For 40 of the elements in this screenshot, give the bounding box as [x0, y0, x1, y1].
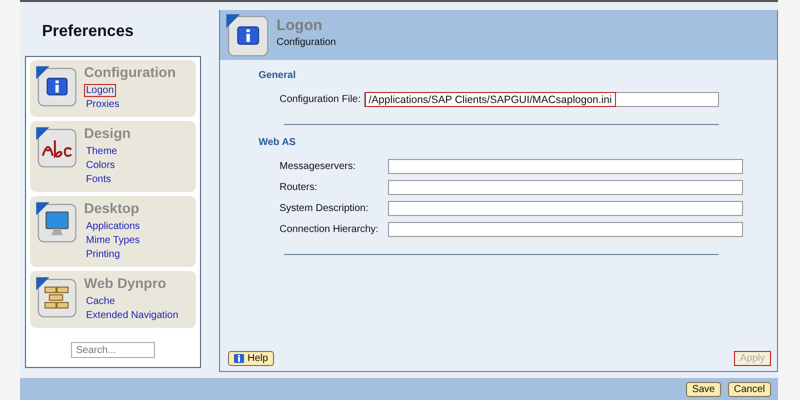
category-link[interactable]: Logon — [84, 84, 116, 97]
field-label: Routers: — [279, 182, 318, 193]
input-field[interactable] — [388, 222, 744, 237]
field-label: Messageservers: — [279, 161, 357, 172]
category-link[interactable]: Applications — [84, 220, 142, 233]
section-title: Web AS — [258, 137, 297, 148]
category-title: Desktop — [84, 200, 140, 216]
field-label: Configuration File: — [279, 94, 361, 105]
category-link[interactable]: Colors — [84, 159, 117, 172]
category-title: Configuration — [84, 64, 176, 80]
info-icon — [234, 354, 244, 363]
input-field[interactable] — [388, 159, 744, 174]
abc-icon — [34, 125, 78, 169]
category-link[interactable]: Theme — [84, 145, 120, 158]
field-label: System Description: — [279, 203, 370, 214]
footer-button[interactable]: Cancel — [728, 382, 771, 396]
category-title: Web Dynpro — [84, 275, 166, 291]
section-title: General — [258, 70, 297, 81]
monitor-icon — [34, 200, 78, 244]
preferences-title: Preferences — [41, 22, 135, 42]
panel-subtitle: Configuration — [276, 37, 336, 48]
category-link[interactable]: Cache — [84, 295, 117, 308]
bricks-icon — [34, 275, 78, 319]
field-label: Connection Hierarchy: — [279, 224, 380, 235]
category-link[interactable]: Mime Types — [84, 234, 142, 247]
panel-title: Logon — [276, 17, 324, 34]
input-field[interactable]: /Applications/SAP Clients/SAPGUI/MACsaplogon.ini — [364, 92, 719, 107]
info-icon — [224, 12, 270, 58]
help-button[interactable]: Help — [228, 351, 274, 366]
category-link[interactable]: Printing — [84, 248, 122, 261]
field-value: /Applications/SAP Clients/SAPGUI/MACsaplogon.ini — [364, 92, 616, 107]
input-field[interactable] — [388, 180, 744, 195]
category-link[interactable]: Proxies — [84, 98, 122, 111]
search-field[interactable]: Search... — [71, 342, 155, 358]
category-title: Design — [84, 125, 131, 141]
footer-button[interactable]: Save — [686, 382, 721, 396]
category-link[interactable]: Extended Navigation — [84, 309, 180, 322]
info-icon — [34, 64, 78, 108]
input-field[interactable] — [388, 201, 744, 216]
category-link[interactable]: Fonts — [84, 173, 114, 186]
